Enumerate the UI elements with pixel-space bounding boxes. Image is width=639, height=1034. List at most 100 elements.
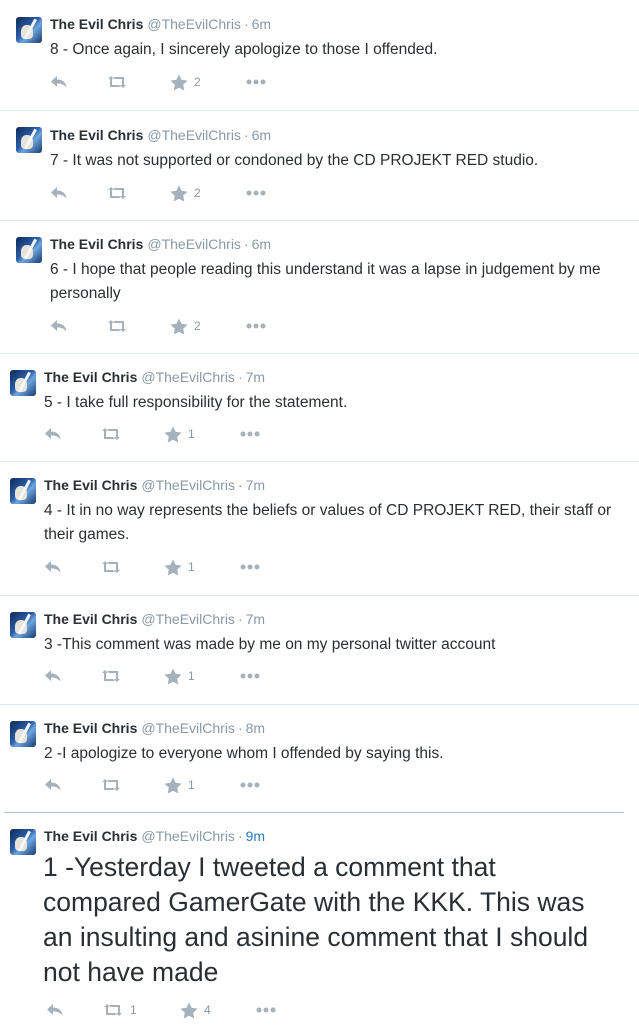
- retweet-button[interactable]: 1: [102, 1001, 137, 1019]
- tweet-actions: 1: [44, 425, 274, 443]
- timestamp[interactable]: 6m: [252, 16, 271, 32]
- reply-button[interactable]: [50, 73, 68, 91]
- author-handle[interactable]: @TheEvilChris: [141, 477, 235, 493]
- timestamp[interactable]: 6m: [252, 127, 271, 143]
- timestamp[interactable]: 6m: [252, 236, 271, 252]
- reply-icon: [50, 319, 68, 333]
- author-handle[interactable]: @TheEvilChris: [141, 611, 235, 627]
- more-button[interactable]: [246, 317, 266, 335]
- tweet-actions: 1: [44, 776, 274, 794]
- reply-button[interactable]: [44, 558, 62, 576]
- reply-button[interactable]: [44, 425, 62, 443]
- reply-button[interactable]: [44, 776, 62, 794]
- reply-icon: [50, 186, 68, 200]
- avatar[interactable]: [10, 721, 36, 747]
- avatar[interactable]: [10, 829, 36, 855]
- author-handle[interactable]: @TheEvilChris: [141, 828, 235, 844]
- favorite-button[interactable]: 2: [170, 73, 201, 91]
- reply-button[interactable]: [44, 667, 62, 685]
- reply-button[interactable]: [50, 317, 68, 335]
- author-handle[interactable]: @TheEvilChris: [147, 127, 241, 143]
- more-icon: [240, 564, 260, 570]
- author-handle[interactable]: @TheEvilChris: [147, 236, 241, 252]
- star-icon: [164, 559, 182, 576]
- more-icon: [240, 782, 260, 788]
- timestamp[interactable]: 7m: [246, 369, 265, 385]
- retweet-button[interactable]: [100, 558, 128, 576]
- time-separator: ·: [243, 16, 249, 32]
- favorite-button[interactable]: 1: [164, 667, 195, 685]
- favorite-button[interactable]: 1: [164, 776, 195, 794]
- more-icon: [246, 190, 266, 196]
- author-name[interactable]: The Evil Chris: [44, 720, 137, 736]
- favorite-button[interactable]: 1: [164, 558, 195, 576]
- avatar[interactable]: [10, 370, 36, 396]
- timestamp[interactable]: 9m: [246, 828, 265, 844]
- author-name[interactable]: The Evil Chris: [50, 16, 143, 32]
- retweet-button[interactable]: [100, 667, 128, 685]
- favorite-button[interactable]: 2: [170, 184, 201, 202]
- more-icon: [246, 79, 266, 85]
- avatar[interactable]: [10, 612, 36, 638]
- tweet[interactable]: The Evil Chris @TheEvilChris · 8m 2 -I apol…: [0, 704, 639, 812]
- timestamp[interactable]: 7m: [246, 477, 265, 493]
- more-icon: [240, 673, 260, 679]
- tweet[interactable]: The Evil Chris @TheEvilChris · 9m 1 -Yester…: [4, 812, 624, 1034]
- favorite-button[interactable]: 2: [170, 317, 201, 335]
- author-name[interactable]: The Evil Chris: [50, 236, 143, 252]
- retweet-button[interactable]: [100, 425, 128, 443]
- reply-icon: [50, 75, 68, 89]
- retweet-icon: [106, 186, 128, 200]
- star-icon: [164, 777, 182, 794]
- tweet[interactable]: The Evil Chris @TheEvilChris · 6m 7 - It wa…: [0, 110, 639, 220]
- reply-icon: [44, 427, 62, 441]
- tweet[interactable]: The Evil Chris @TheEvilChris · 6m 8 - Once …: [0, 0, 639, 110]
- tweet-actions: 1: [44, 558, 274, 576]
- author-name[interactable]: The Evil Chris: [44, 477, 137, 493]
- avatar[interactable]: [16, 127, 42, 153]
- favorite-button[interactable]: 4: [180, 1001, 211, 1019]
- reply-button[interactable]: [46, 1001, 64, 1019]
- retweet-button[interactable]: [106, 184, 134, 202]
- more-button[interactable]: [240, 558, 260, 576]
- retweet-button[interactable]: [100, 776, 128, 794]
- tweet-text: 1 -Yesterday I tweeted a comment that co…: [43, 852, 589, 987]
- author-handle[interactable]: @TheEvilChris: [141, 720, 235, 736]
- timestamp[interactable]: 8m: [246, 720, 265, 736]
- tweet[interactable]: The Evil Chris @TheEvilChris · 7m 5 - I tak…: [0, 353, 639, 461]
- tweet[interactable]: The Evil Chris @TheEvilChris · 7m 4 - It in…: [0, 461, 639, 595]
- author-handle[interactable]: @TheEvilChris: [141, 369, 235, 385]
- favorite-button[interactable]: 1: [164, 425, 195, 443]
- more-button[interactable]: [246, 73, 266, 91]
- more-button[interactable]: [240, 425, 260, 443]
- retweet-button[interactable]: [106, 73, 134, 91]
- avatar[interactable]: [16, 237, 42, 263]
- favorite-count: 2: [194, 75, 201, 89]
- tweet[interactable]: The Evil Chris @TheEvilChris · 7m 3 -This c…: [0, 595, 639, 704]
- reply-icon: [46, 1003, 64, 1017]
- author-name[interactable]: The Evil Chris: [50, 127, 143, 143]
- more-icon: [240, 431, 260, 437]
- tweet-text: 3 -This comment was made by me on my per…: [44, 636, 496, 653]
- tweet[interactable]: The Evil Chris @TheEvilChris · 6m 6 - I hop…: [0, 220, 639, 353]
- retweet-count: 1: [130, 1003, 137, 1017]
- author-name[interactable]: The Evil Chris: [44, 828, 137, 844]
- star-icon: [170, 318, 188, 335]
- retweet-icon: [100, 427, 122, 441]
- reply-button[interactable]: [50, 184, 68, 202]
- avatar[interactable]: [10, 478, 36, 504]
- more-button[interactable]: [240, 667, 260, 685]
- reply-icon: [44, 778, 62, 792]
- author-handle[interactable]: @TheEvilChris: [147, 16, 241, 32]
- retweet-button[interactable]: [106, 317, 134, 335]
- avatar[interactable]: [16, 17, 42, 43]
- more-button[interactable]: [256, 1001, 276, 1019]
- author-name[interactable]: The Evil Chris: [44, 369, 137, 385]
- favorite-count: 1: [188, 560, 195, 574]
- more-icon: [256, 1007, 276, 1013]
- timestamp[interactable]: 7m: [246, 611, 265, 627]
- star-icon: [170, 185, 188, 202]
- more-button[interactable]: [240, 776, 260, 794]
- more-button[interactable]: [246, 184, 266, 202]
- author-name[interactable]: The Evil Chris: [44, 611, 137, 627]
